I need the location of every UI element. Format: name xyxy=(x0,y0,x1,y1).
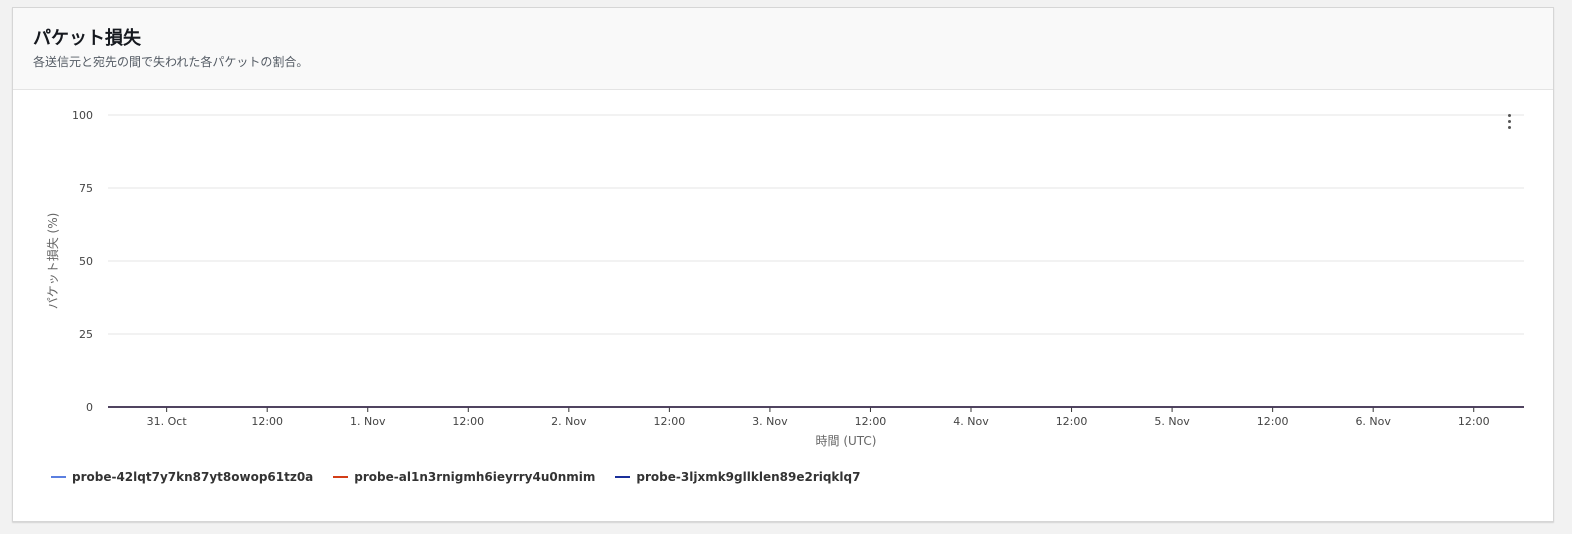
y-tick-label: 50 xyxy=(79,255,93,268)
x-tick-label: 12:00 xyxy=(1257,415,1289,428)
legend-item[interactable]: probe-3ljxmk9gllklen89e2riqklq7 xyxy=(615,470,860,484)
chart-legend: probe-42lqt7y7kn87yt8owop61tz0a probe-al1… xyxy=(51,470,880,484)
x-tick-label: 12:00 xyxy=(452,415,484,428)
legend-label: probe-al1n3rnigmh6ieyrry4u0nmim xyxy=(354,470,596,484)
legend-item[interactable]: probe-al1n3rnigmh6ieyrry4u0nmim xyxy=(333,470,595,484)
legend-item[interactable]: probe-42lqt7y7kn87yt8owop61tz0a xyxy=(51,470,313,484)
legend-label: probe-3ljxmk9gllklen89e2riqklq7 xyxy=(636,470,861,484)
x-tick-label: 12:00 xyxy=(1458,415,1490,428)
legend-label: probe-42lqt7y7kn87yt8owop61tz0a xyxy=(72,470,314,484)
legend-swatch xyxy=(615,476,631,478)
y-tick-label: 100 xyxy=(72,109,93,122)
y-tick-label: 75 xyxy=(79,182,93,195)
x-tick-label: 3. Nov xyxy=(752,415,788,428)
x-tick-label: 6. Nov xyxy=(1355,415,1391,428)
packet-loss-panel: パケット損失 各送信元と宛先の間で失われた各パケットの割合。 0 25 50 75 10… xyxy=(12,7,1554,522)
legend-swatch xyxy=(333,476,349,478)
y-tick-label: 25 xyxy=(79,328,93,341)
x-tick-label: 12:00 xyxy=(855,415,887,428)
grid-lines xyxy=(108,114,1524,335)
packet-loss-chart: 0 25 50 75 100 31. Oct 12:00 1. Nov 12:00 2. Nov… xyxy=(45,109,1524,448)
x-axis-ticks: 31. Oct 12:00 1. Nov 12:00 2. Nov 12:00 3. Nov… xyxy=(147,407,1490,428)
legend-swatch xyxy=(51,476,66,478)
x-tick-label: 4. Nov xyxy=(953,415,989,428)
x-tick-label: 12:00 xyxy=(1056,415,1088,428)
x-tick-label: 12:00 xyxy=(654,415,686,428)
x-tick-label: 12:00 xyxy=(251,415,283,428)
x-tick-label: 5. Nov xyxy=(1154,415,1190,428)
x-tick-label: 1. Nov xyxy=(350,415,386,428)
y-tick-label: 0 xyxy=(86,401,93,414)
y-axis-title: パケット損失 (%) xyxy=(45,213,60,310)
x-tick-label: 31. Oct xyxy=(147,415,188,428)
y-axis-ticks: 0 25 50 75 100 xyxy=(72,109,93,414)
x-tick-label: 2. Nov xyxy=(551,415,587,428)
chart-menu-button[interactable] xyxy=(1503,112,1517,134)
x-axis-title: 時間 (UTC) xyxy=(816,434,877,448)
